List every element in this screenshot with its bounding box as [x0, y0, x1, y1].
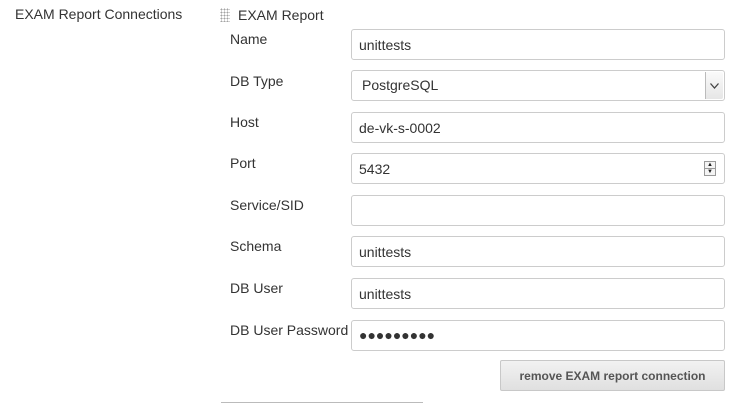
remove-connection-button[interactable]: remove EXAM report connection: [500, 360, 725, 391]
db-type-selected-value: PostgreSQL: [362, 77, 439, 93]
db-type-label: DB Type: [230, 73, 284, 89]
port-field: ▲ ▼: [351, 153, 725, 184]
divider: [221, 402, 423, 403]
schema-input[interactable]: [351, 236, 725, 267]
db-type-select[interactable]: PostgreSQL: [351, 70, 725, 101]
name-input[interactable]: [351, 29, 725, 60]
db-user-password-label: DB User Password: [230, 322, 349, 338]
db-user-password-input[interactable]: ●●●●●●●●●: [351, 320, 725, 351]
service-sid-input[interactable]: [351, 195, 725, 226]
db-user-input[interactable]: [351, 278, 725, 309]
chevron-down-icon[interactable]: [705, 72, 723, 99]
schema-label: Schema: [230, 238, 282, 254]
drag-handle-icon[interactable]: [220, 8, 230, 22]
group-title: EXAM Report: [238, 7, 324, 23]
group-header: EXAM Report: [220, 7, 324, 23]
port-label: Port: [230, 155, 256, 171]
section-label: EXAM Report Connections: [15, 6, 183, 22]
host-input[interactable]: [351, 112, 725, 143]
db-user-label: DB User: [230, 280, 283, 296]
port-spinner: ▲ ▼: [704, 161, 716, 176]
spinner-down-icon[interactable]: ▼: [705, 168, 715, 175]
service-sid-label: Service/SID: [230, 197, 304, 213]
password-mask: ●●●●●●●●●: [359, 327, 436, 343]
name-label: Name: [230, 31, 268, 47]
host-label: Host: [230, 114, 259, 130]
port-input[interactable]: [359, 160, 689, 177]
